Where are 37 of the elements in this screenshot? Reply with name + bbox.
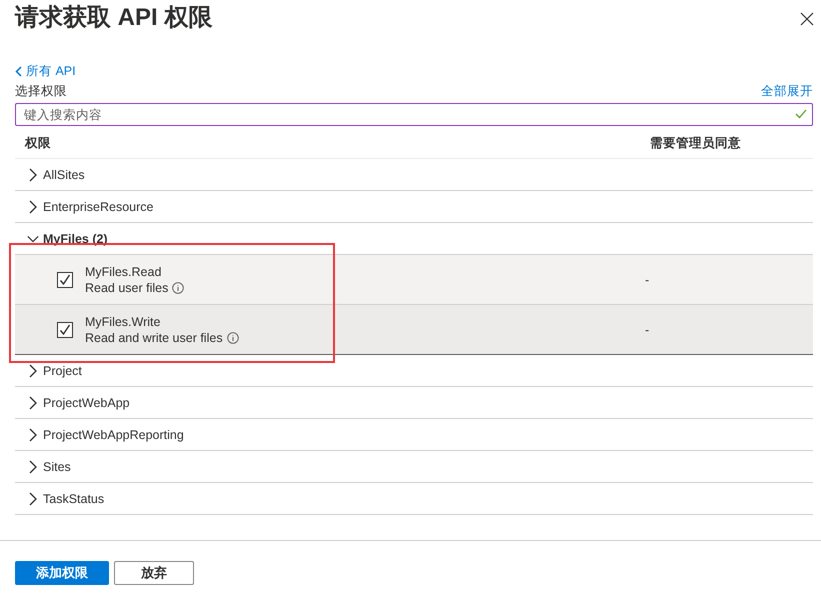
back-link[interactable]: 所有 API <box>15 63 76 80</box>
permission-group-name: AllSites <box>43 168 85 182</box>
close-icon[interactable] <box>799 11 815 27</box>
column-header: 需要管理员同意 <box>650 134 741 152</box>
chevron-icon[interactable] <box>27 168 39 182</box>
permission-group-name: EnterpriseResource <box>43 200 154 214</box>
chevron-icon[interactable] <box>27 492 39 506</box>
permission-description: Read and write user files <box>85 330 223 344</box>
permission-group-name: ProjectWebApp <box>43 396 130 410</box>
permission-row[interactable]: MyFiles.Read Read user files - <box>15 255 813 305</box>
panel-title: 请求获取 API 权限 <box>15 3 212 33</box>
admin-consent-value: - <box>645 272 650 286</box>
chevron-icon[interactable] <box>27 460 39 474</box>
checkbox[interactable] <box>57 272 73 288</box>
column-header: 权限 <box>25 134 52 152</box>
permission-name: MyFiles.Write <box>85 314 162 328</box>
chevron-icon[interactable] <box>27 364 39 378</box>
search-field[interactable]: 键入搜索内容 <box>15 103 813 126</box>
permission-group-name: Project <box>43 364 82 378</box>
chevron-icon[interactable] <box>27 428 39 442</box>
checkbox[interactable] <box>57 322 73 338</box>
permission-group-name: ProjectWebAppReporting <box>43 428 184 442</box>
permission-group-name: TaskStatus <box>43 492 104 506</box>
info-icon[interactable] <box>172 282 184 294</box>
admin-consent-value: - <box>645 322 650 336</box>
chevron-icon[interactable] <box>27 396 39 410</box>
discard-button[interactable]: 放弃 <box>114 561 194 585</box>
section-label: 选择权限 <box>15 83 67 100</box>
permission-group-name: Sites <box>43 460 71 474</box>
add-permissions-button[interactable]: 添加权限 <box>15 561 109 585</box>
chevron-icon[interactable] <box>27 200 39 214</box>
permission-name: MyFiles.Read <box>85 264 162 278</box>
expand-all-link[interactable]: 全部展开 <box>761 83 813 100</box>
chevron-left-icon <box>15 66 22 77</box>
permission-row[interactable]: MyFiles.Write Read and write user files - <box>15 305 813 355</box>
permission-description: Read user files <box>85 280 168 294</box>
info-icon[interactable] <box>226 332 239 344</box>
